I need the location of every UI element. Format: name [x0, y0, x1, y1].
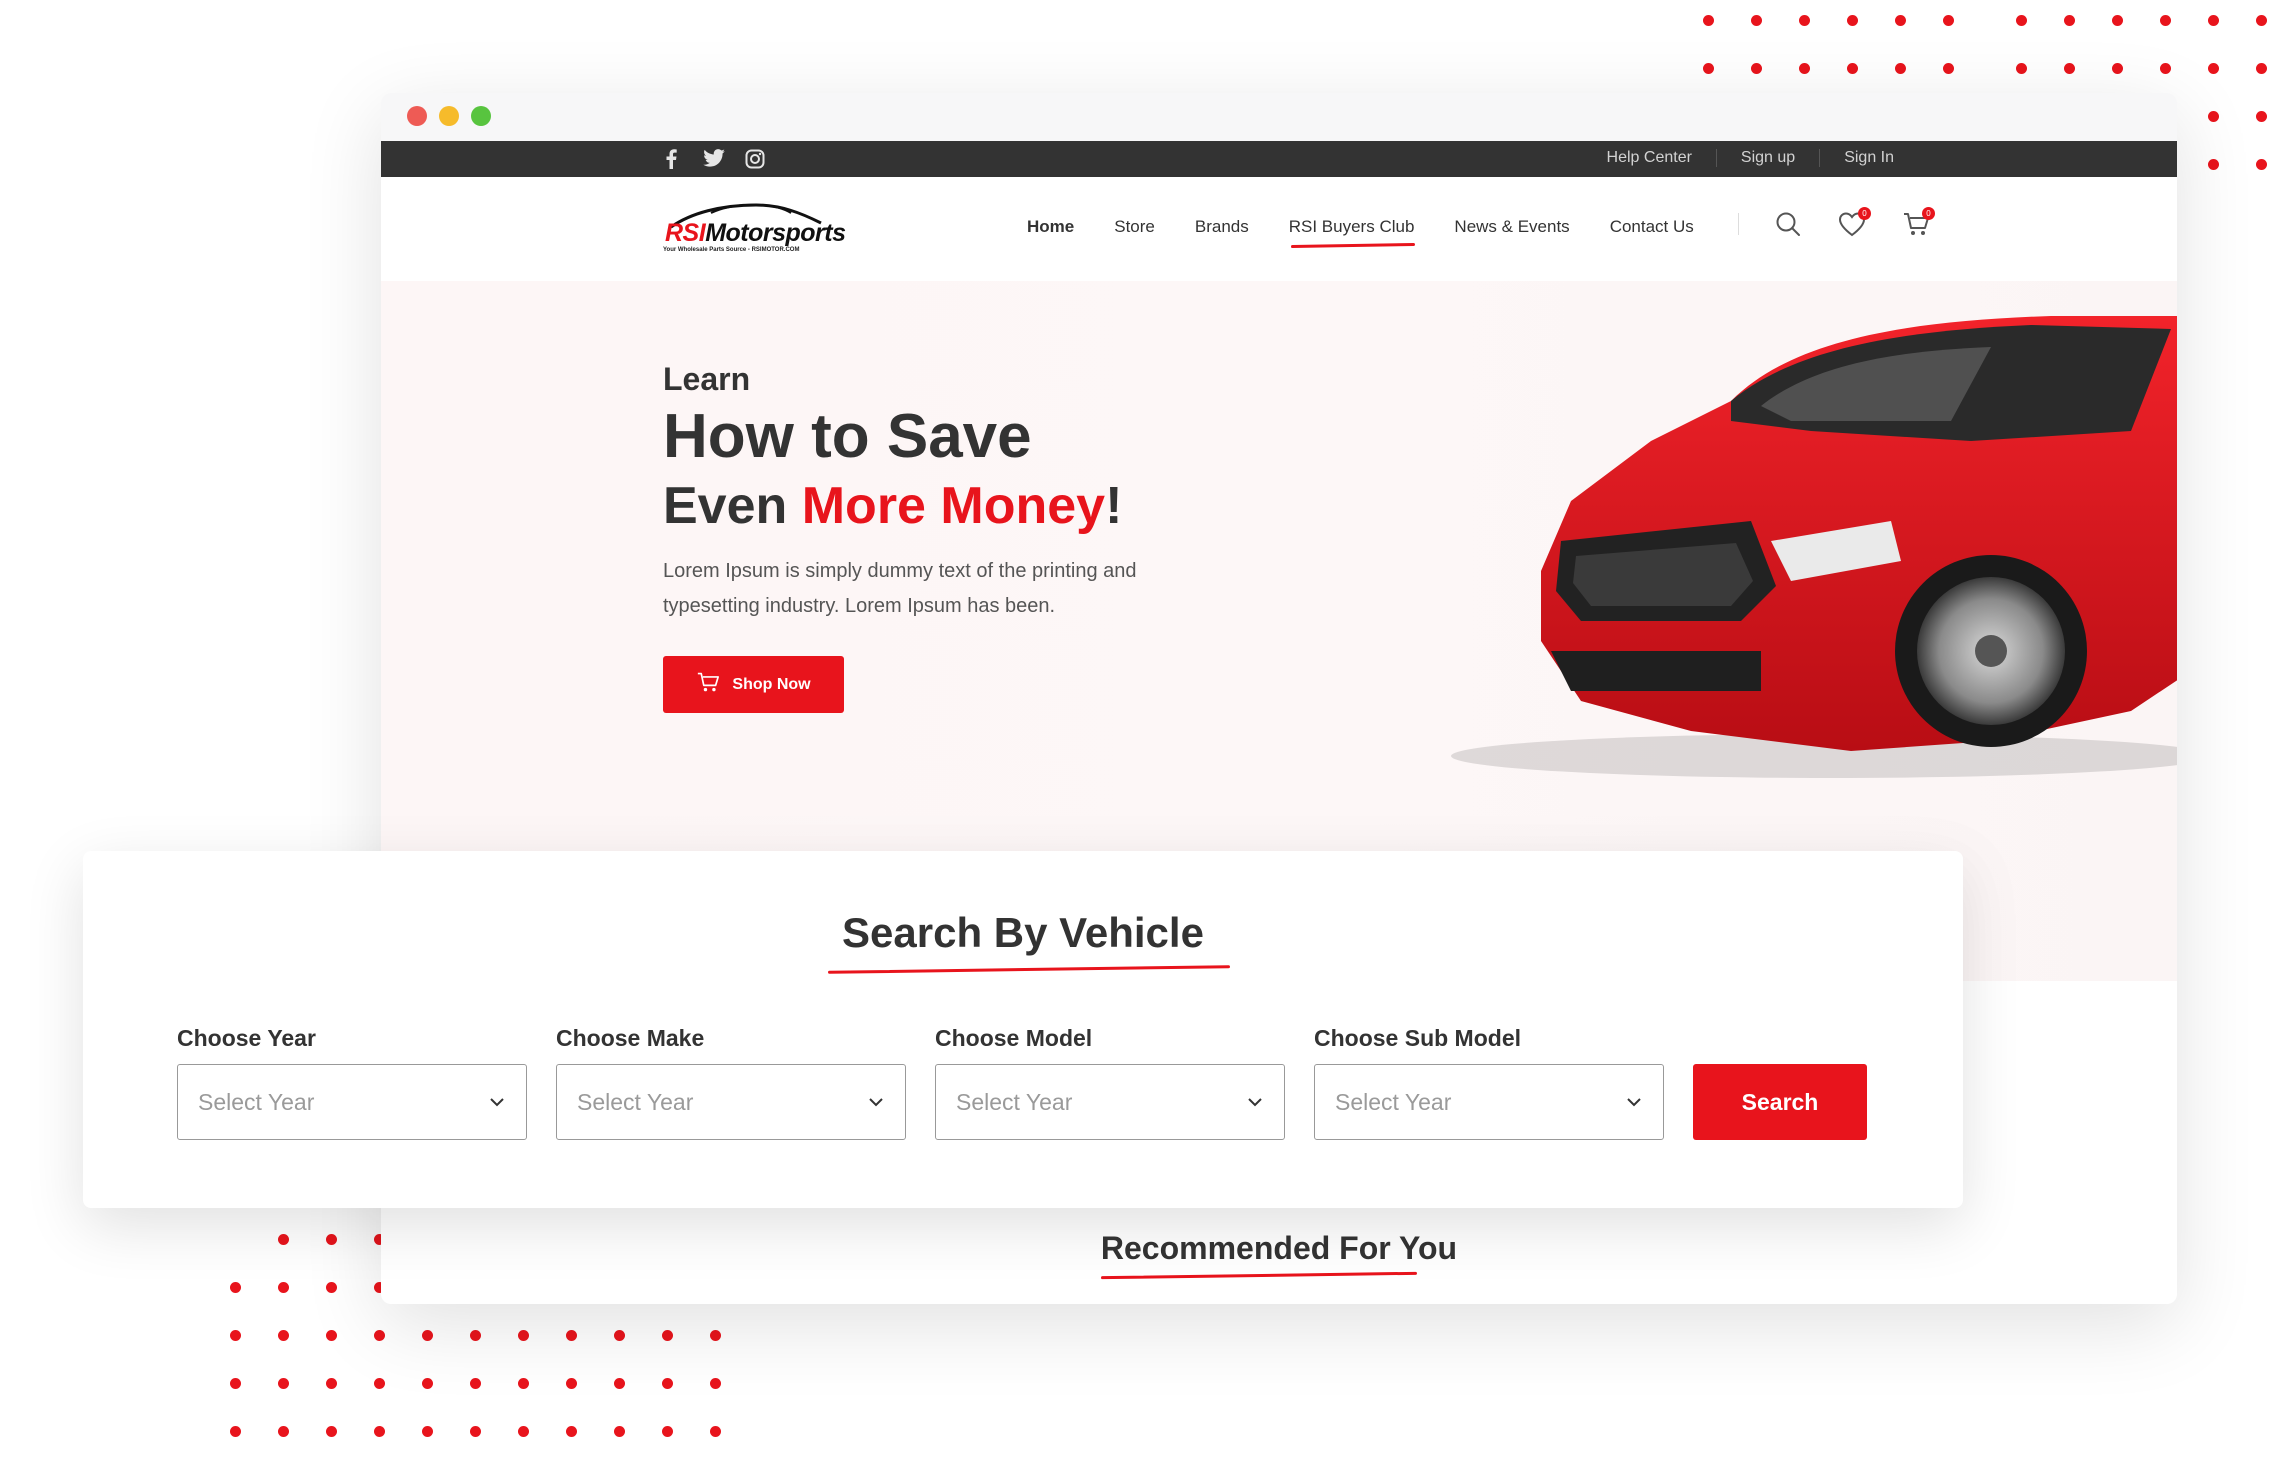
- search-button[interactable]: Search: [1693, 1064, 1867, 1140]
- nav-divider: [1738, 213, 1739, 235]
- logo-wordmark: RSIMotorsports: [665, 219, 846, 247]
- nav-actions: 0 0: [1738, 207, 1935, 239]
- browser-chrome: [381, 93, 2177, 141]
- cart-count-badge: 0: [1922, 207, 1935, 220]
- twitter-icon[interactable]: [703, 149, 725, 169]
- model-select-value: Select Year: [956, 1088, 1073, 1115]
- hero-subtitle: Even More Money!: [663, 477, 1123, 535]
- search-title-wrap: Search By Vehicle: [83, 909, 1963, 957]
- model-select[interactable]: Select Year: [935, 1064, 1285, 1140]
- sub-model-label: Choose Sub Model: [1314, 1025, 1521, 1051]
- sub-model-field: Choose Sub Model Select Year: [1314, 1025, 1664, 1140]
- chevron-down-icon: [1627, 1098, 1641, 1107]
- nav-item-home[interactable]: Home: [1027, 217, 1074, 237]
- nav-item-store[interactable]: Store: [1114, 217, 1155, 237]
- chevron-down-icon: [490, 1098, 504, 1107]
- year-field: Choose Year Select Year: [177, 1025, 527, 1140]
- chevron-down-icon: [1248, 1098, 1262, 1107]
- search-icon[interactable]: [1773, 209, 1803, 239]
- search-fields: Choose Year Select Year Choose Make Sele…: [177, 1025, 1867, 1140]
- shop-now-button[interactable]: Shop Now: [663, 656, 844, 713]
- year-label: Choose Year: [177, 1025, 316, 1051]
- help-center-link[interactable]: Help Center: [1583, 149, 1716, 167]
- model-field: Choose Model Select Year: [935, 1025, 1285, 1140]
- facebook-icon[interactable]: [661, 149, 681, 169]
- make-label: Choose Make: [556, 1025, 705, 1051]
- recommended-title: Recommended For You: [1100, 1230, 1458, 1266]
- window-controls: [407, 106, 491, 126]
- close-window-button[interactable]: [407, 106, 427, 126]
- cart-icon: [696, 671, 720, 698]
- nav-item-brands[interactable]: Brands: [1195, 217, 1249, 237]
- sub-model-select-value: Select Year: [1335, 1088, 1452, 1115]
- instagram-icon[interactable]: [745, 149, 765, 169]
- hero-description: Lorem Ipsum is simply dummy text of the …: [663, 560, 1137, 617]
- hero-content: Learn How to Save Even More Money! Lorem…: [663, 361, 1203, 713]
- cart-icon[interactable]: 0: [1901, 207, 1935, 239]
- top-bar: Help Center Sign up Sign In: [381, 141, 2177, 177]
- chevron-down-icon: [869, 1098, 883, 1107]
- logo[interactable]: RSIMotorsports Your Wholesale Parts Sour…: [661, 199, 846, 261]
- minimize-window-button[interactable]: [439, 106, 459, 126]
- wishlist-count-badge: 0: [1858, 207, 1871, 220]
- top-links: Help Center Sign up Sign In: [1583, 149, 1894, 167]
- maximize-window-button[interactable]: [471, 106, 491, 126]
- hero-kicker: Learn: [663, 361, 751, 397]
- hero-highlight: More Money: [801, 477, 1106, 535]
- year-select-value: Select Year: [198, 1088, 315, 1115]
- wishlist-heart-icon[interactable]: 0: [1837, 207, 1871, 239]
- sub-model-select[interactable]: Select Year: [1314, 1064, 1664, 1140]
- recommended-section: Recommended For You: [381, 1230, 2177, 1267]
- shop-now-label: Shop Now: [732, 675, 811, 693]
- make-field: Choose Make Select Year: [556, 1025, 906, 1140]
- make-select[interactable]: Select Year: [556, 1064, 906, 1140]
- nav-menu: Home Store Brands RSI Buyers Club News &…: [1027, 217, 1694, 237]
- make-select-value: Select Year: [577, 1088, 694, 1115]
- hero-title: How to Save: [663, 402, 1032, 471]
- search-by-vehicle-card: Search By Vehicle Choose Year Select Yea…: [83, 851, 1963, 1208]
- nav-item-rsi-buyers-club[interactable]: RSI Buyers Club: [1289, 217, 1415, 237]
- logo-tagline: Your Wholesale Parts Source - RSIMOTOR.C…: [663, 247, 800, 253]
- main-navigation: RSIMotorsports Your Wholesale Parts Sour…: [381, 177, 2177, 281]
- sign-in-link[interactable]: Sign In: [1819, 149, 1894, 167]
- red-sports-car-image: [1451, 316, 2177, 778]
- nav-item-contact-us[interactable]: Contact Us: [1610, 217, 1694, 237]
- model-label: Choose Model: [935, 1025, 1093, 1051]
- year-select[interactable]: Select Year: [177, 1064, 527, 1140]
- social-links: [661, 149, 765, 169]
- search-title: Search By Vehicle: [842, 909, 1204, 956]
- sign-up-link[interactable]: Sign up: [1715, 149, 1819, 167]
- nav-item-news-events[interactable]: News & Events: [1454, 217, 1569, 237]
